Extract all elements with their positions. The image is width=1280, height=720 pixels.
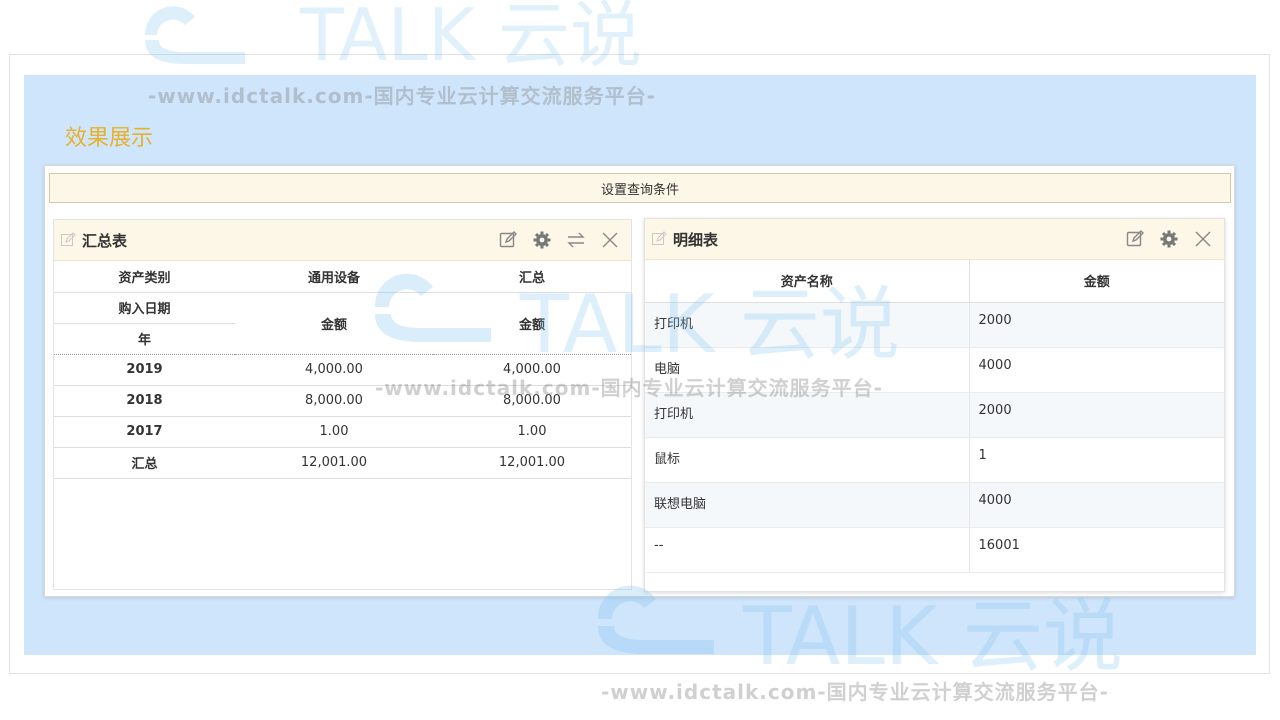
detail-name-cell: 鼠标 [645, 437, 970, 483]
detail-amount-cell: 4000 [969, 347, 1224, 393]
detail-amount-cell: 16001 [969, 527, 1224, 573]
table-row: 2017 1.00 1.00 [54, 416, 631, 448]
summary-header-cell: 金额 [433, 292, 631, 355]
table-row: 鼠标 1 [645, 437, 1224, 483]
watermark-url: -www.idctalk.com-国内专业云计算交流服务平台- [601, 680, 1109, 704]
table-row: -- 16001 [645, 527, 1224, 573]
detail-name-cell: 电脑 [645, 347, 970, 393]
summary-value-cell: 4,000.00 [235, 354, 433, 386]
summary-value-cell: 4,000.00 [433, 354, 631, 386]
summary-header-cell: 资产类别 [54, 261, 235, 293]
table-row: 联想电脑 4000 [645, 482, 1224, 528]
summary-year-cell: 2019 [54, 354, 235, 386]
summary-header-cell: 汇总 [433, 261, 631, 293]
summary-value-cell: 8,000.00 [235, 385, 433, 417]
summary-value-cell: 12,001.00 [235, 447, 433, 479]
edit-note-icon [651, 231, 667, 247]
close-icon[interactable] [1192, 228, 1214, 250]
table-row: 打印机 2000 [645, 392, 1224, 438]
detail-amount-cell: 4000 [969, 482, 1224, 528]
table-row: 电脑 4000 [645, 347, 1224, 393]
summary-panel-header: 汇总表 [54, 220, 631, 261]
detail-panel-tools [1124, 228, 1214, 250]
close-icon[interactable] [599, 229, 621, 251]
summary-value-cell: 1.00 [433, 416, 631, 448]
detail-panel: 明细表 资产名称 金额 打印机 2000 电脑 4000 打印机 2000 鼠标… [644, 218, 1225, 592]
detail-name-cell: 打印机 [645, 302, 970, 348]
summary-year-cell: 2018 [54, 385, 235, 417]
gear-icon[interactable] [1158, 228, 1180, 250]
section-title: 效果展示 [65, 126, 154, 151]
summary-header-cell: 通用设备 [235, 261, 433, 293]
summary-header-cell: 年 [54, 323, 235, 355]
detail-name-cell: -- [645, 527, 970, 573]
table-row: 打印机 2000 [645, 302, 1224, 348]
summary-panel: 汇总表 资产类别 通用设备 汇总 购入日期 金额 金额 年 2019 4,000… [53, 219, 632, 590]
summary-panel-title: 汇总表 [82, 231, 128, 250]
summary-value-cell: 1.00 [235, 416, 433, 448]
detail-panel-header: 明细表 [645, 219, 1224, 260]
swap-icon[interactable] [565, 229, 587, 251]
gear-icon[interactable] [531, 229, 553, 251]
summary-panel-tools [497, 229, 621, 251]
table-row: 汇总 12,001.00 12,001.00 [54, 447, 631, 479]
detail-amount-cell: 2000 [969, 302, 1224, 348]
query-conditions-button[interactable]: 设置查询条件 [49, 173, 1231, 203]
summary-header-cell: 金额 [235, 292, 433, 355]
detail-panel-title: 明细表 [673, 230, 719, 249]
table-row: 2019 4,000.00 4,000.00 [54, 354, 631, 386]
detail-header-cell: 金额 [969, 260, 1224, 303]
summary-value-cell: 12,001.00 [433, 447, 631, 479]
summary-year-cell: 汇总 [54, 447, 235, 479]
edit-note-icon [60, 232, 76, 248]
detail-amount-cell: 2000 [969, 392, 1224, 438]
summary-year-cell: 2017 [54, 416, 235, 448]
edit-icon[interactable] [497, 229, 519, 251]
summary-value-cell: 8,000.00 [433, 385, 631, 417]
summary-header-cell: 购入日期 [54, 292, 235, 324]
detail-name-cell: 打印机 [645, 392, 970, 438]
detail-amount-cell: 1 [969, 437, 1224, 483]
detail-table: 资产名称 金额 打印机 2000 电脑 4000 打印机 2000 鼠标 1 联… [645, 260, 1224, 573]
detail-header-cell: 资产名称 [645, 260, 970, 303]
summary-table: 资产类别 通用设备 汇总 购入日期 金额 金额 年 2019 4,000.00 … [54, 261, 631, 479]
table-row: 2018 8,000.00 8,000.00 [54, 385, 631, 417]
detail-name-cell: 联想电脑 [645, 482, 970, 528]
edit-icon[interactable] [1124, 228, 1146, 250]
